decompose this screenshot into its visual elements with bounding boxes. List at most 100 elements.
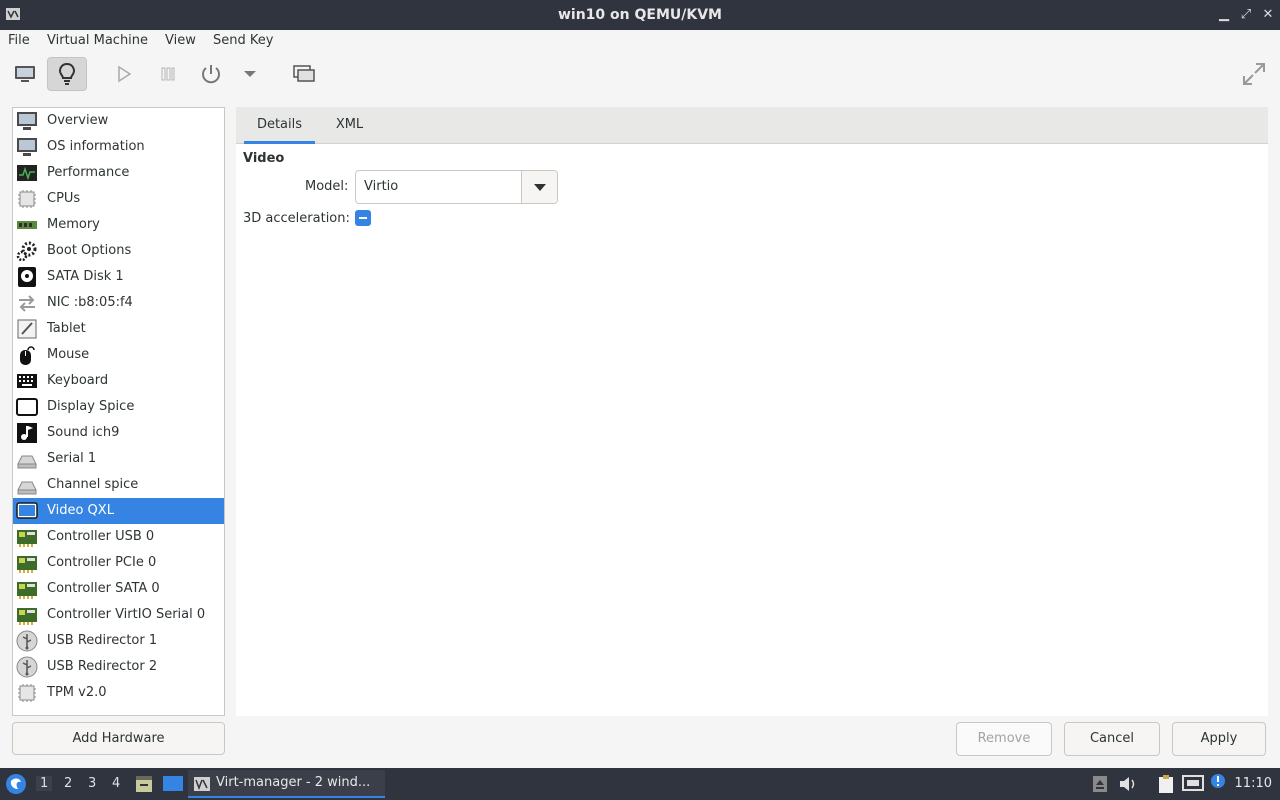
- serial-icon: [16, 448, 38, 470]
- pause-button[interactable]: [148, 57, 188, 91]
- cancel-button[interactable]: Cancel: [1064, 722, 1160, 756]
- console-view-button[interactable]: [5, 57, 45, 91]
- sidebar-item-sata-disk-1[interactable]: SATA Disk 1: [13, 264, 224, 290]
- power-icon: [202, 65, 220, 84]
- add-hardware-button[interactable]: Add Hardware: [12, 722, 225, 755]
- shutdown-menu-button[interactable]: [230, 57, 270, 91]
- serial-icon: [16, 474, 38, 496]
- taskbar-virt-manager[interactable]: Virt-manager - 2 wind...: [188, 770, 385, 798]
- video-icon: [16, 500, 38, 522]
- sidebar-item-label: USB Redirector 1: [47, 633, 158, 648]
- cpu-icon: [16, 188, 38, 210]
- menu-virtual-machine[interactable]: Virtual Machine: [47, 33, 148, 48]
- pause-icon: [161, 67, 175, 81]
- mouse-icon: [16, 344, 38, 366]
- play-icon: [118, 65, 132, 83]
- sidebar-item-controller-usb-0[interactable]: Controller USB 0: [13, 524, 224, 550]
- sidebar-item-boot-options[interactable]: Boot Options: [13, 238, 224, 264]
- disk-icon: [16, 266, 38, 288]
- snapshots-button[interactable]: [284, 57, 324, 91]
- remove-button[interactable]: Remove: [956, 722, 1052, 756]
- sidebar-item-performance[interactable]: Performance: [13, 160, 224, 186]
- hardware-list: Overview OS information Performance CPUs Mem…: [12, 107, 225, 716]
- menu-view[interactable]: View: [165, 33, 196, 48]
- controller-icon: [16, 578, 38, 600]
- sidebar-item-channel-spice[interactable]: Channel spice: [13, 472, 224, 498]
- sidebar-item-label: Performance: [47, 165, 130, 180]
- fullscreen-icon: [1243, 63, 1265, 85]
- chevron-down-icon[interactable]: [521, 171, 557, 203]
- sidebar-item-display-spice[interactable]: Display Spice: [13, 394, 224, 420]
- sidebar-item-sound-ich9[interactable]: Sound ich9: [13, 420, 224, 446]
- sidebar-item-label: NIC :b8:05:f4: [47, 295, 133, 310]
- sidebar-item-label: Keyboard: [47, 373, 109, 388]
- menu-send-key[interactable]: Send Key: [213, 33, 273, 48]
- sidebar-item-label: Controller PCIe 0: [47, 555, 157, 570]
- snapshots-icon: [293, 65, 315, 82]
- sidebar-item-os-information[interactable]: OS information: [13, 134, 224, 160]
- menu-file[interactable]: File: [8, 33, 30, 48]
- file-manager-icon[interactable]: [134, 774, 154, 794]
- workspace-3[interactable]: 3: [88, 776, 96, 791]
- controller-icon: [16, 552, 38, 574]
- start-menu-icon[interactable]: [5, 773, 27, 795]
- sidebar-item-controller-sata-0[interactable]: Controller SATA 0: [13, 576, 224, 602]
- sidebar-item-controller-pcie-0[interactable]: Controller PCIe 0: [13, 550, 224, 576]
- controller-icon: [16, 526, 38, 548]
- workspace-4[interactable]: 4: [112, 776, 120, 791]
- usb-icon: [16, 630, 38, 652]
- sidebar-item-video-qxl[interactable]: Video QXL: [13, 498, 224, 524]
- close-button[interactable]: ✕: [1258, 5, 1278, 25]
- sidebar-item-label: Boot Options: [47, 243, 132, 258]
- volume-icon[interactable]: [1118, 775, 1138, 793]
- minimize-button[interactable]: ▁: [1214, 5, 1234, 25]
- sidebar-item-label: Overview: [47, 113, 109, 128]
- sidebar-item-label: SATA Disk 1: [47, 269, 124, 284]
- sidebar-item-label: Controller USB 0: [47, 529, 155, 544]
- desktop-icon[interactable]: [162, 774, 184, 794]
- sidebar-item-tablet[interactable]: Tablet: [13, 316, 224, 342]
- workspace-1[interactable]: 1: [36, 776, 53, 791]
- sidebar-item-nic-b8-05-f4[interactable]: NIC :b8:05:f4: [13, 290, 224, 316]
- sidebar-item-memory[interactable]: Memory: [13, 212, 224, 238]
- fullscreen-button[interactable]: [1234, 57, 1274, 91]
- run-button[interactable]: [104, 57, 144, 91]
- sidebar-item-overview[interactable]: Overview: [13, 108, 224, 134]
- sidebar-item-label: Controller VirtIO Serial 0: [47, 607, 206, 622]
- sidebar-item-serial-1[interactable]: Serial 1: [13, 446, 224, 472]
- sidebar-item-usb-redirector-2[interactable]: USB Redirector 2: [13, 654, 224, 680]
- lightbulb-icon: [58, 62, 76, 85]
- sidebar-item-controller-virtio-serial-0[interactable]: Controller VirtIO Serial 0: [13, 602, 224, 628]
- 3d-acceleration-checkbox[interactable]: [355, 210, 371, 226]
- performance-icon: [16, 162, 38, 184]
- sidebar-item-mouse[interactable]: Mouse: [13, 342, 224, 368]
- maximize-button[interactable]: ⤢: [1236, 5, 1256, 25]
- notification-icon[interactable]: [1208, 773, 1228, 793]
- gears-icon: [16, 240, 38, 262]
- toolbar: [0, 52, 1280, 98]
- model-select[interactable]: Virtio: [355, 170, 558, 204]
- sidebar-item-cpus[interactable]: CPUs: [13, 186, 224, 212]
- section-title: Video: [243, 151, 285, 166]
- sidebar-item-label: Channel spice: [47, 477, 139, 492]
- model-label: Model:: [305, 179, 349, 194]
- sidebar-item-label: CPUs: [47, 191, 81, 206]
- clipboard-icon[interactable]: [1156, 774, 1176, 794]
- eject-icon[interactable]: [1092, 774, 1108, 794]
- taskbar-task-label: Virt-manager - 2 wind...: [216, 775, 371, 790]
- apply-button[interactable]: Apply: [1172, 722, 1266, 756]
- sidebar-item-keyboard[interactable]: Keyboard: [13, 368, 224, 394]
- sidebar-item-label: Mouse: [47, 347, 90, 362]
- dropdown-arrow-icon: [244, 71, 256, 77]
- sidebar-item-label: Display Spice: [47, 399, 135, 414]
- workspace-2[interactable]: 2: [64, 776, 72, 791]
- tab-details[interactable]: Details: [244, 107, 315, 144]
- sidebar-item-tpm-v2-0[interactable]: TPM v2.0: [13, 680, 224, 706]
- details-view-button[interactable]: [47, 57, 87, 91]
- tab-xml[interactable]: XML: [323, 107, 376, 144]
- sidebar-item-label: Sound ich9: [47, 425, 120, 440]
- virt-manager-task-icon: [194, 777, 210, 791]
- network-status-icon[interactable]: [1182, 774, 1204, 794]
- shutdown-button[interactable]: [191, 57, 231, 91]
- sidebar-item-usb-redirector-1[interactable]: USB Redirector 1: [13, 628, 224, 654]
